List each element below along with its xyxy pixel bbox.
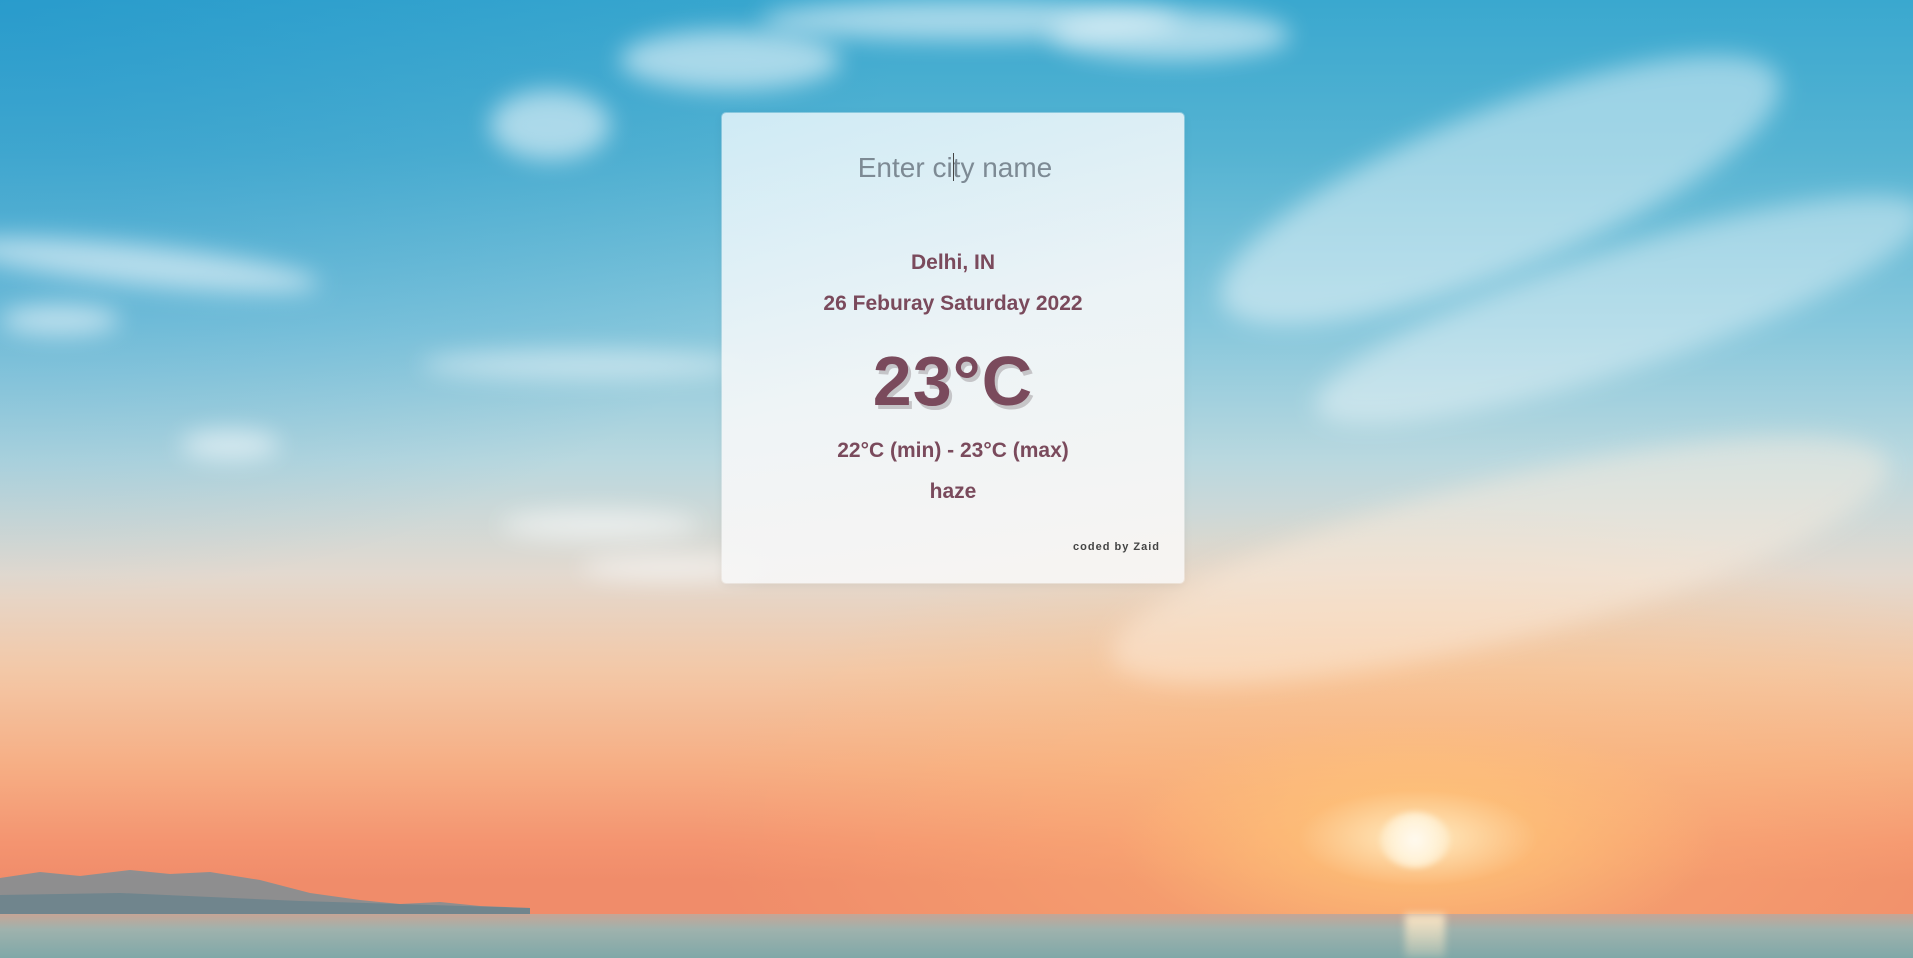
- weather-condition: haze: [929, 480, 977, 503]
- sun-reflection: [1405, 914, 1445, 958]
- current-temperature: 23°C: [872, 342, 1034, 420]
- min-max-temperature: 22°C (min) - 23°C (max): [837, 439, 1069, 462]
- sea: [0, 914, 1913, 958]
- weather-card: Delhi, IN 26 Feburay Saturday 2022 23°C …: [722, 113, 1184, 583]
- author-credit: coded by Zaid: [1073, 541, 1160, 553]
- city-search-input[interactable]: [762, 145, 1148, 191]
- date-label: 26 Feburay Saturday 2022: [823, 292, 1083, 315]
- location-label: Delhi, IN: [910, 251, 995, 274]
- text-cursor: [953, 153, 954, 181]
